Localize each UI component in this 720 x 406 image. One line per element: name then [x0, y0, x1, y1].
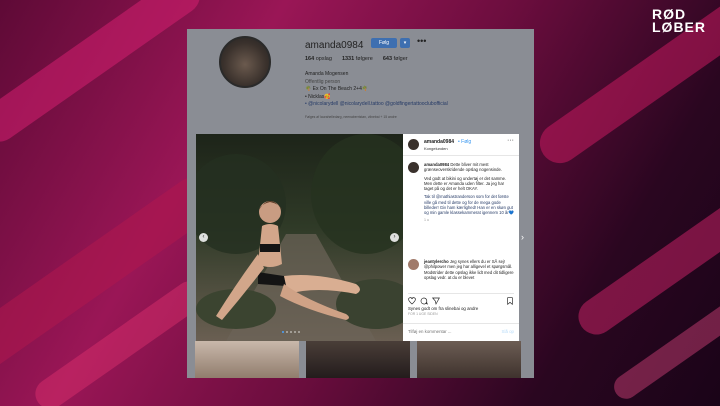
- bio-line: • Nicklas🥰: [305, 93, 331, 100]
- post-comment-button[interactable]: Slå op: [502, 329, 514, 334]
- post-location[interactable]: Kongelunden: [424, 146, 448, 151]
- post-date: FOR 1 UGE SIDEN: [408, 312, 438, 316]
- comment-input[interactable]: [408, 329, 498, 334]
- likes-text[interactable]: Synes godt om fra slinebai og andre: [408, 306, 478, 311]
- post-photo-image: [196, 134, 403, 341]
- chevron-right-icon[interactable]: ›: [521, 232, 524, 242]
- comment-icon[interactable]: [420, 297, 428, 305]
- background-stripe: [571, 174, 720, 342]
- grid-thumbnail[interactable]: [195, 341, 299, 378]
- post-actions: [408, 293, 514, 305]
- more-options-icon[interactable]: ···: [507, 137, 514, 144]
- suggested-dropdown-button[interactable]: ▾: [400, 38, 410, 48]
- caption-text: Ved godt at bikini og undertøj er det sa…: [424, 175, 507, 192]
- posts-count[interactable]: 164 opslag: [305, 56, 332, 62]
- caption-time: 1 u: [424, 217, 429, 222]
- post-photo[interactable]: [196, 134, 403, 341]
- follow-button[interactable]: Følg: [371, 38, 397, 48]
- profile-bio: Amanda Mogensen Offentlig person 🌴 Ex On…: [305, 71, 448, 109]
- share-icon[interactable]: [432, 297, 440, 305]
- followers-count[interactable]: 1331 følgere: [342, 56, 373, 62]
- profile-stats: 164 opslag 1331 følgere 643 følger: [305, 56, 408, 62]
- bio-mentions[interactable]: • @nicolarydell @nicolarydell.tattoo @go…: [305, 101, 448, 109]
- avatar[interactable]: [408, 139, 419, 150]
- avatar[interactable]: [408, 162, 419, 173]
- heart-icon[interactable]: [408, 297, 416, 305]
- carousel-prev-button[interactable]: ‹: [199, 233, 208, 242]
- caption-text: Tak til @mathiastranderson som for det f…: [424, 194, 514, 216]
- carousel-dots: [282, 331, 300, 333]
- comment-bar: Slå op: [403, 323, 519, 341]
- grid-thumbnail[interactable]: [306, 341, 410, 378]
- post-sidebar: amanda0984 • Følg Kongelunden ··· amanda…: [403, 134, 519, 341]
- post-username[interactable]: amanda0984: [424, 139, 454, 145]
- bio-line: 🌴 Ex On The Beach 2+4🌴: [305, 86, 369, 93]
- avatar[interactable]: [408, 259, 419, 270]
- background-stripe: [0, 0, 208, 150]
- following-count[interactable]: 643 følger: [383, 56, 408, 62]
- bookmark-icon[interactable]: [506, 297, 514, 305]
- comment: jeantylercho Jeg synes ellers du er SÅ s…: [408, 259, 514, 283]
- comment-username[interactable]: jeantylercho: [424, 259, 449, 264]
- logo-line-2: LØBER: [652, 19, 706, 35]
- bio-name: Amanda Mogensen: [305, 71, 349, 77]
- brand-logo: RØD LØBER: [652, 7, 706, 35]
- profile-username: amanda0984: [305, 40, 364, 51]
- carousel-next-button[interactable]: ›: [390, 233, 399, 242]
- grid-thumbnail[interactable]: [417, 341, 521, 378]
- caption-username[interactable]: amanda0984: [424, 162, 449, 167]
- more-options-icon[interactable]: •••: [417, 36, 426, 46]
- post-header: amanda0984 • Følg Kongelunden ···: [403, 134, 519, 156]
- followed-by-text[interactable]: Følges af laurahelledarg, neenaberristan…: [305, 115, 397, 119]
- post-follow-link[interactable]: • Følg: [458, 139, 471, 145]
- profile-picture[interactable]: [219, 36, 271, 88]
- post-caption: amanda0984 Dette bliver mit mest grænseo…: [408, 162, 514, 223]
